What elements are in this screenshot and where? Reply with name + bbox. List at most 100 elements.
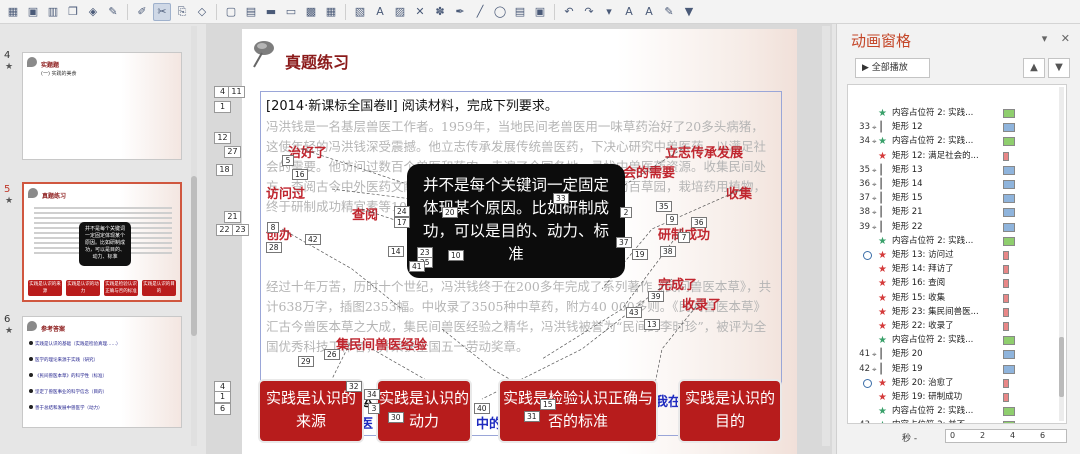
pane-options-icon[interactable]: ▾ [1042,32,1048,45]
animation-order-tag[interactable]: 5 [282,155,294,166]
animation-order-tag[interactable]: 9 [666,214,678,225]
animation-order-tag[interactable]: 32 [346,381,362,392]
play-all-button[interactable]: ▶ 全部播放 [855,58,930,78]
open-icon[interactable]: ▤ [242,3,260,21]
timing-bar[interactable] [1003,336,1015,346]
animation-order-tag[interactable]: 38 [660,246,676,257]
timing-bar[interactable] [1003,194,1015,204]
timing-bar[interactable] [1003,137,1015,147]
animation-list[interactable]: ★ 内容占位符 2: 实践... 33 ⌖ ┃ 矩形 12 34 ⌖ ★ 内容占位符 2: 实践.… [847,84,1067,424]
animation-item[interactable]: ★ 矩形 16: 查阅 [848,277,1058,290]
animation-item[interactable]: ★ 矩形 15: 收集 [848,292,1058,305]
shapes-icon[interactable]: ◇ [193,3,211,21]
timing-bar[interactable] [1003,364,1015,374]
dropdown-icon[interactable]: ▾ [600,3,618,21]
table-icon[interactable]: ▦ [322,3,340,21]
timeline-seconds-label[interactable]: 秒 - [902,431,917,444]
animation-item[interactable]: 35 ⌖ ┃ 矩形 13 [848,164,1058,177]
slide-thumbnail-6[interactable]: 参考答案 实践是认识的基础（实践是检验真理……） 医学的理论来源于实践（研究） … [22,316,182,428]
animation-order-tag[interactable]: 24 [394,206,410,217]
animation-order-tag[interactable]: 30 [388,412,404,423]
animation-order-tag[interactable]: 15 [540,399,556,410]
brush-icon[interactable]: ✐ [133,3,151,21]
scissors-icon[interactable]: ✂ [153,2,171,21]
chart-icon[interactable]: ▥ [44,3,62,21]
image-icon[interactable]: ▨ [391,3,409,21]
animation-order-tag[interactable]: 34 [364,389,380,400]
timing-bar[interactable] [1003,265,1009,275]
animation-item[interactable]: 39 ⌖ ┃ 矩形 22 [848,221,1058,234]
side-animation-tag[interactable]: 18 [216,164,233,176]
animation-order-tag[interactable]: 35 [656,201,672,212]
picture-icon[interactable]: ▣ [24,3,42,21]
layout-icon[interactable]: ▦ [4,3,22,21]
new-icon[interactable]: ▢ [222,3,240,21]
slide-scrollbar[interactable] [822,26,830,446]
animation-order-tag[interactable]: 17 [394,217,410,228]
side-animation-tag[interactable]: 22 [216,224,233,236]
side-animation-tag[interactable]: 12 [214,132,231,144]
timeline-ruler[interactable]: 0 2 4 6 [945,429,1067,443]
animation-order-tag[interactable]: 43 [626,307,642,318]
animation-order-tag[interactable]: 26 [324,349,340,360]
animation-order-tag[interactable]: 31 [524,411,540,422]
animation-item[interactable]: ★ 内容占位符 2: 实践... [848,235,1058,248]
color-icon[interactable]: ▼ [680,3,698,21]
timing-bar[interactable] [1003,293,1009,303]
pen-icon[interactable]: ✒ [451,3,469,21]
animation-order-tag[interactable]: 39 [648,291,664,302]
timing-bar[interactable] [1003,251,1009,260]
animation-item[interactable]: ★ 矩形 20: 治愈了 [848,377,1058,390]
folder-icon[interactable]: ▬ [262,3,280,21]
pin-icon[interactable]: ✎ [104,3,122,21]
animation-item[interactable]: 34 ⌖ ★ 内容占位符 2: 实践... [848,135,1058,148]
animation-item[interactable]: ★ 内容占位符 2: 实践... [848,405,1058,418]
animation-item[interactable]: ★ 矩形 22: 收录了 [848,320,1058,333]
shape-icon[interactable]: ◯ [491,3,509,21]
slide-thumbnail-4[interactable]: 实题题 (一) 实践的美食 [22,52,182,160]
move-down-button[interactable]: ▼ [1048,58,1070,78]
animation-item[interactable]: ★ 矩形 19: 研制成功 [848,391,1058,404]
side-animation-tag[interactable]: 21 [224,211,241,223]
animation-order-tag[interactable]: 20 [442,207,458,218]
animation-order-tag[interactable]: 41 [409,261,425,272]
save-icon[interactable]: ▭ [282,3,300,21]
side-animation-tag[interactable]: 23 [232,224,249,236]
move-up-button[interactable]: ▲ [1023,58,1045,78]
side-animation-tag[interactable]: 6 [214,403,231,415]
animation-item[interactable]: ★ 矩形 13: 访问过 [848,249,1058,262]
animation-order-tag[interactable]: 28 [266,242,282,253]
animation-order-tag[interactable]: 14 [388,246,404,257]
symbol-icon[interactable]: ✽ [431,3,449,21]
erase-icon[interactable]: ✕ [411,3,429,21]
highlight-icon[interactable]: ✎ [660,3,678,21]
picture2-icon[interactable]: ▣ [531,3,549,21]
thumbnail-scrollbar[interactable] [191,26,197,446]
animation-order-tag[interactable]: 33 [553,193,569,204]
animation-order-tag[interactable]: 37 [616,237,632,248]
timing-bar[interactable] [1003,350,1015,360]
animation-order-tag[interactable]: 2 [620,207,632,218]
side-animation-tag[interactable]: 27 [224,146,241,158]
animation-order-tag[interactable]: 3 [368,403,380,414]
animation-order-tag[interactable]: 42 [305,234,321,245]
group-icon[interactable]: ❐ [64,3,82,21]
layout2-icon[interactable]: ▤ [511,3,529,21]
grid-icon[interactable]: ▧ [351,3,369,21]
animation-item[interactable]: ★ 内容占位符 2: 实践... [848,334,1058,347]
font-up-icon[interactable]: A [620,3,638,21]
timing-bar[interactable] [1003,109,1015,118]
animation-item[interactable]: ★ 矩形 12: 满足社会的... [848,150,1058,163]
current-slide[interactable]: 真题练习 [2014·新课标全国卷Ⅱ] 阅读材料，完成下列要求。 冯洪钱是一名基… [242,29,797,454]
animation-order-tag[interactable]: 7 [678,232,690,243]
animation-item[interactable]: ★ 矩形 23: 集民间兽医... [848,306,1058,319]
undo-icon[interactable]: ↶ [560,3,578,21]
scrollbar-thumb[interactable] [191,176,197,336]
animation-item[interactable]: ★ 矩形 14: 拜访了 [848,263,1058,276]
redo-icon[interactable]: ↷ [580,3,598,21]
line-icon[interactable]: ╱ [471,3,489,21]
timing-bar[interactable] [1003,421,1015,423]
animation-item[interactable]: ★ 内容占位符 2: 实践... [848,107,1058,120]
timing-bar[interactable] [1003,165,1015,175]
timing-bar[interactable] [1003,393,1009,402]
